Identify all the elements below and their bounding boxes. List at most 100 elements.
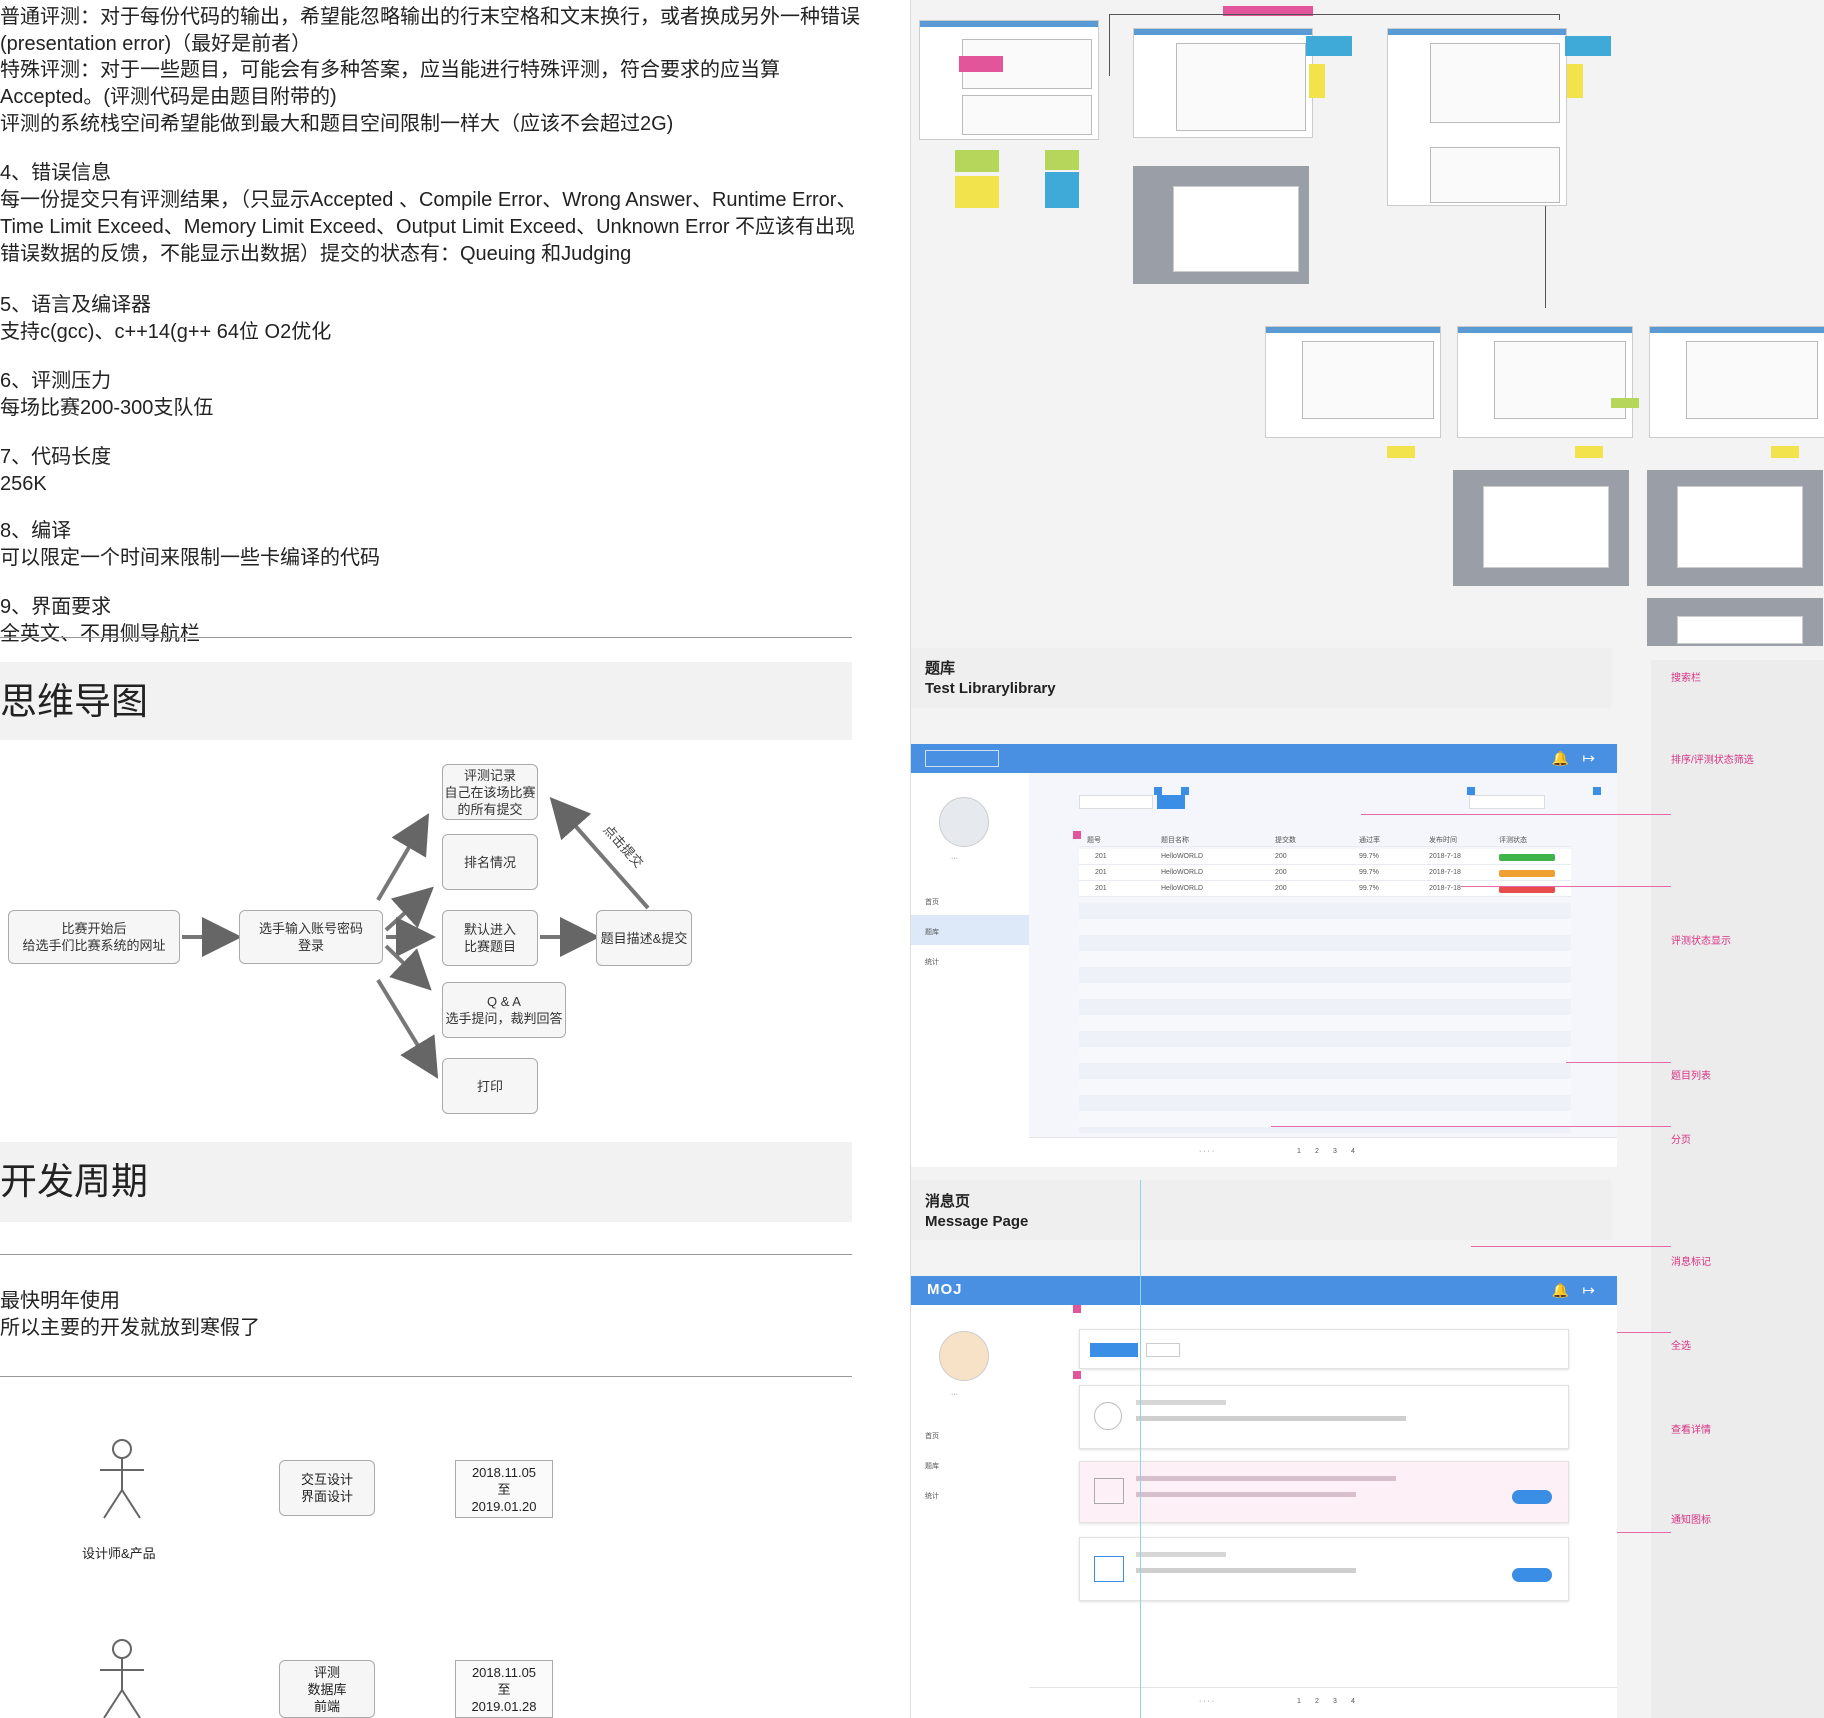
cell: 201 (1095, 869, 1107, 876)
app-logo[interactable]: MOJ (927, 1281, 963, 1298)
nav-stats[interactable]: 统计 (925, 1491, 939, 1501)
message-card[interactable] (1079, 1537, 1569, 1601)
doc-heading: 7、代码长度 (0, 446, 112, 468)
note-blue (1306, 36, 1352, 56)
annotation: 题目列表 (1671, 1071, 1711, 1082)
doc-heading: 6、评测压力 (0, 370, 112, 392)
col-header: 通过率 (1359, 837, 1380, 844)
annotation: 查看详情 (1671, 1425, 1711, 1436)
annotation: 分页 (1671, 1135, 1691, 1146)
pagination[interactable]: · · · · 1 2 3 4 (1029, 1137, 1617, 1167)
mind-map: 点击提交 比赛开始后 给选手们比赛系统的网址 选手输入账号密码 登录 评测记录 自己在… (0, 750, 852, 1140)
annotation: 排序/评测状态筛选 (1671, 755, 1754, 766)
table-row[interactable]: 201 HelloWORLD 200 99.7% 2018-7-18 (1079, 881, 1571, 897)
node-text: 默认进入 (463, 922, 516, 937)
app-header: 🔔 ↦ (911, 744, 1617, 773)
mark-read-button[interactable] (1090, 1343, 1138, 1357)
wireframe-thumb (1649, 326, 1824, 438)
col-header: 题目名称 (1161, 837, 1189, 844)
doc-heading: 9、界面要求 (0, 596, 112, 618)
modal-thumb (1453, 470, 1629, 586)
search-button[interactable] (1157, 795, 1185, 809)
note-yellow (1567, 64, 1583, 98)
node-ranking: 排名情况 (442, 834, 538, 890)
doc-heading: 8、编译 (0, 520, 72, 542)
nav-library[interactable]: 题库 (925, 1461, 939, 1471)
annotation: 全选 (1671, 1341, 1691, 1352)
nav-stats[interactable]: 统计 (925, 957, 939, 967)
page-4[interactable]: 4 (1351, 1698, 1355, 1705)
actor-icon (100, 1639, 144, 1718)
section-title-cn: 题库 (925, 660, 956, 677)
doc-line: 256K (0, 473, 47, 495)
page-4[interactable]: 4 (1351, 1148, 1355, 1155)
table-row[interactable]: 201 HelloWORLD 200 99.7% 2018-7-18 (1079, 865, 1571, 881)
section-title: 思维导图 (0, 681, 148, 722)
wireframe-thumb (1387, 28, 1567, 206)
task-text: 数据库 (307, 1681, 347, 1697)
note-green (1045, 150, 1079, 170)
modal-thumb (1133, 166, 1309, 284)
sidebar: ··· 首页 题库 统计 (911, 773, 1029, 1167)
sidebar: ··· 首页 题库 统计 (911, 1305, 1029, 1718)
message-card[interactable] (1079, 1385, 1569, 1449)
note-yellow (955, 176, 999, 208)
doc-line: 支持c(gcc)、c++14(g++ 64位 O2优化 (0, 321, 332, 343)
avatar (939, 1331, 989, 1381)
delete-button[interactable] (1146, 1343, 1180, 1357)
doc-line: Accepted。(评测代码是由题目附带的) (0, 86, 337, 108)
logout-icon[interactable]: ↦ (1582, 749, 1595, 767)
nav-library[interactable]: 题库 (925, 927, 939, 937)
note-blue (1045, 172, 1079, 208)
bell-icon[interactable]: 🔔 (1552, 1282, 1569, 1299)
page-3[interactable]: 3 (1333, 1698, 1337, 1705)
annotation-line (1361, 814, 1671, 815)
table-row[interactable]: 201 HelloWORLD 200 99.7% 2018-7-18 (1079, 849, 1571, 865)
note-pink (959, 56, 1003, 72)
node-text: 排名情况 (463, 854, 516, 870)
search-input[interactable] (1079, 795, 1153, 809)
page-1[interactable]: 1 (1297, 1698, 1301, 1705)
message-card[interactable] (1079, 1461, 1569, 1523)
date-text: 2019.01.20 (471, 1498, 537, 1514)
doc-line: 所以主要的开发就放到寒假了 (0, 1317, 260, 1339)
note-yellow (1771, 446, 1799, 458)
section-title-en: Message Page (925, 1213, 1029, 1230)
actor-icon (100, 1439, 144, 1519)
node-text: 给选手们比赛系统的网址 (22, 938, 166, 953)
pagination[interactable]: · · · · 1 2 3 4 (1029, 1687, 1617, 1717)
page-1[interactable]: 1 (1297, 1148, 1301, 1155)
view-button[interactable] (1512, 1490, 1552, 1504)
table-empty-rows (1079, 903, 1571, 1133)
cell: HelloWORLD (1161, 869, 1204, 876)
task-text: 前端 (313, 1698, 340, 1714)
wireframe-thumb (919, 20, 1099, 140)
cell: 200 (1275, 869, 1287, 876)
modal-thumb (1647, 598, 1823, 646)
doc-line: 最快明年使用 (0, 1290, 120, 1312)
node-text: 打印 (476, 1078, 503, 1094)
bell-icon[interactable]: 🔔 (1552, 750, 1569, 767)
logout-icon[interactable]: ↦ (1582, 1281, 1595, 1299)
doc-line: 可以限定一个时间来限制一些卡编译的代码 (0, 547, 380, 569)
user-name: ··· (951, 855, 958, 862)
section-title-cn: 消息页 (925, 1193, 971, 1210)
nav-home[interactable]: 首页 (925, 897, 939, 907)
doc-line: 每一份提交只有评测结果，（只显示Accepted 、Compile Error、… (0, 189, 857, 211)
prototype-canvas: 题库 Test Librarylibrary 🔔 ↦ ··· 首页 题库 统计 … (910, 0, 1824, 1718)
filter-select[interactable] (1469, 795, 1545, 809)
task-box: 交互设计 界面设计 (279, 1460, 375, 1516)
column-gap (880, 0, 910, 1718)
view-button[interactable] (1512, 1568, 1552, 1582)
page-2[interactable]: 2 (1315, 1698, 1319, 1705)
node-text: 比赛题目 (463, 939, 516, 954)
col-header: 发布时间 (1429, 837, 1457, 844)
cell: 201 (1095, 885, 1107, 892)
page-3[interactable]: 3 (1333, 1148, 1337, 1155)
nav-home[interactable]: 首页 (925, 1431, 939, 1441)
app-header: MOJ 🔔 ↦ (911, 1276, 1617, 1305)
cell: 200 (1275, 885, 1287, 892)
annotation: 评测状态显示 (1671, 936, 1731, 947)
page-2[interactable]: 2 (1315, 1148, 1319, 1155)
status-badge (1499, 870, 1555, 877)
